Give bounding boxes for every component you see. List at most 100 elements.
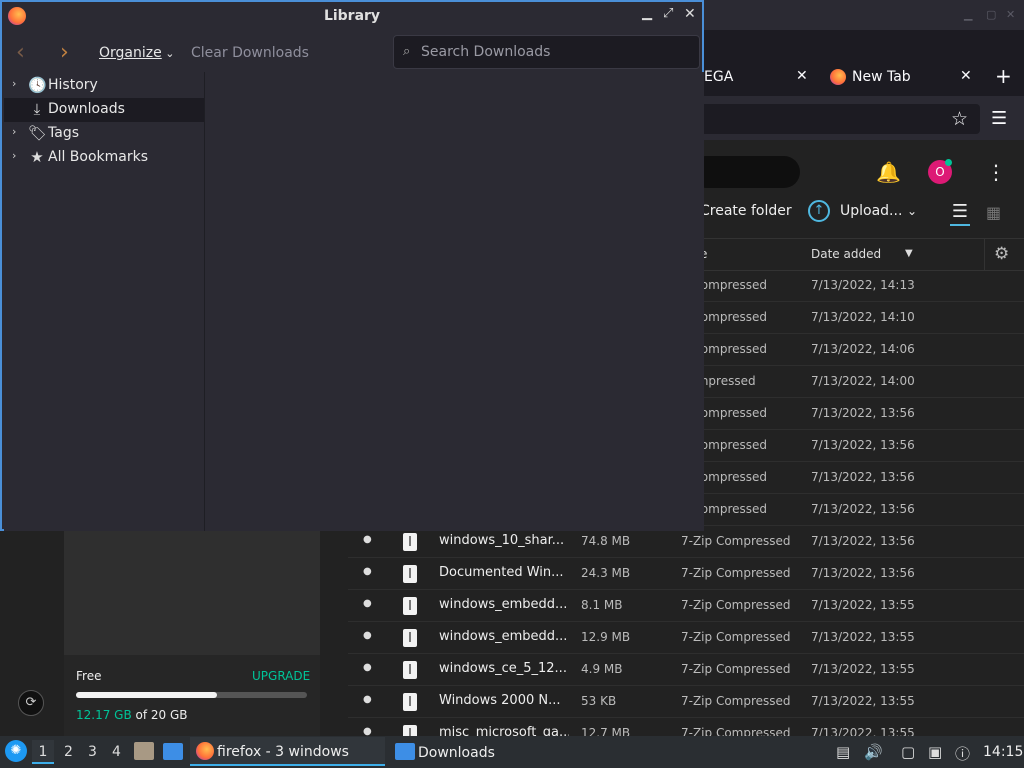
divider — [984, 238, 985, 271]
tab-label: New Tab — [852, 69, 911, 85]
file-size: 24.3 MB — [581, 566, 631, 580]
close-icon[interactable]: ✕ — [1006, 8, 1015, 21]
file-type: 7-Zip Compressed — [681, 534, 791, 548]
workspace-4[interactable]: 4 — [112, 744, 121, 760]
tree-item-all-bookmarks[interactable]: › ★ All Bookmarks — [4, 146, 204, 170]
minimize-icon[interactable]: ▁ — [964, 8, 972, 21]
organize-menu-button[interactable]: Organize ⌄ — [99, 45, 174, 61]
tree-item-downloads[interactable]: ⤓ Downloads — [4, 98, 204, 122]
file-date: 7/13/2022, 14:10 — [811, 310, 915, 324]
upload-icon[interactable]: ↑ — [808, 200, 830, 222]
sort-desc-icon[interactable]: ▼ — [905, 248, 913, 259]
file-manager-icon[interactable] — [134, 742, 154, 760]
tree-item-tags[interactable]: › 🏷 Tags — [4, 122, 204, 146]
notification-icon[interactable]: ⓘ — [955, 743, 970, 764]
download-icon: ⤓ — [33, 100, 41, 118]
chevron-right-icon[interactable]: › — [12, 149, 16, 162]
chevron-down-icon[interactable]: ⌄ — [907, 204, 917, 218]
storage-progress-fill — [76, 692, 217, 698]
tab-new-tab[interactable]: New Tab — [830, 62, 911, 92]
online-status-dot — [945, 159, 952, 166]
table-row[interactable]: ● windows_embedd... 12.9 MB 7-Zip Compresse… — [348, 622, 1024, 654]
file-size: 4.9 MB — [581, 662, 623, 676]
file-date: 7/13/2022, 13:56 — [811, 534, 915, 548]
table-row[interactable]: ● windows_embedd... 8.1 MB 7-Zip Compressed… — [348, 590, 1024, 622]
bell-icon[interactable]: 🔔 — [876, 160, 901, 184]
hamburger-menu-icon[interactable]: ☰ — [991, 108, 1007, 129]
file-size: 8.1 MB — [581, 598, 623, 612]
storage-total: of 20 GB — [135, 708, 188, 722]
chevron-down-icon: ⌄ — [161, 47, 175, 60]
chevron-right-icon[interactable]: › — [12, 125, 16, 138]
storage-used: 12.17 GB — [76, 708, 132, 722]
sync-icon[interactable]: ⟳ — [18, 690, 44, 716]
folder-icon — [395, 743, 415, 760]
create-folder-button[interactable]: Create folder — [700, 203, 792, 219]
tab-mega[interactable]: EGA — [704, 62, 733, 92]
clipboard-icon[interactable]: ▤ — [836, 743, 850, 761]
chevron-right-icon[interactable]: › — [12, 77, 16, 90]
file-name: windows_embedd... — [439, 629, 568, 644]
column-header-date-added[interactable]: Date added — [811, 247, 881, 261]
tab-close-icon[interactable]: ✕ — [960, 68, 972, 84]
bullet-icon: ● — [363, 534, 372, 545]
file-date: 7/13/2022, 13:55 — [811, 598, 915, 612]
table-row[interactable]: ● Documented Win... 24.3 MB 7-Zip Compresse… — [348, 558, 1024, 590]
task-firefox-label: firefox - 3 windows — [217, 744, 349, 760]
forward-arrow-icon[interactable]: › — [60, 40, 69, 65]
upgrade-link[interactable]: UPGRADE — [252, 669, 310, 683]
organize-label: Organize — [99, 45, 162, 61]
folder-icon[interactable] — [163, 743, 183, 760]
network-icon[interactable]: ▣ — [928, 743, 942, 761]
gear-icon[interactable]: ⚙ — [994, 244, 1009, 264]
bullet-icon: ● — [363, 694, 372, 705]
file-name: Documented Win... — [439, 565, 564, 580]
bookmark-star-icon[interactable]: ☆ — [951, 108, 968, 130]
file-type: 7-Zip Compressed — [681, 630, 791, 644]
zip-file-icon — [403, 565, 417, 583]
close-icon[interactable]: ✕ — [684, 6, 696, 22]
grid-view-icon[interactable]: ▦ — [986, 203, 1001, 222]
maximize-icon[interactable]: ▢ — [986, 8, 996, 21]
workspace-3[interactable]: 3 — [88, 744, 97, 760]
table-row[interactable]: ● Windows 2000 N... 53 KB 7-Zip Compressed 7… — [348, 686, 1024, 718]
file-date: 7/13/2022, 13:56 — [811, 406, 915, 420]
file-size: 74.8 MB — [581, 534, 631, 548]
maximize-icon[interactable]: ⤢ — [663, 6, 673, 21]
table-row[interactable]: ● windows_ce_5_12... 4.9 MB 7-Zip Compresse… — [348, 654, 1024, 686]
downloads-list — [205, 72, 704, 531]
minimize-icon[interactable]: ▁ — [642, 6, 652, 21]
list-view-icon[interactable]: ☰ — [950, 202, 970, 226]
notes-icon[interactable]: ▢ — [901, 743, 915, 761]
file-name: windows_embedd... — [439, 597, 568, 612]
zip-file-icon — [403, 533, 417, 551]
app-launcher-icon[interactable]: ✺ — [5, 740, 27, 762]
zip-file-icon — [403, 693, 417, 711]
back-arrow-icon[interactable]: ‹ — [16, 40, 25, 65]
tab-close-icon[interactable]: ✕ — [796, 68, 808, 84]
url-field[interactable] — [700, 104, 980, 134]
file-date: 7/13/2022, 13:55 — [811, 694, 915, 708]
search-input[interactable] — [421, 44, 681, 60]
file-type: 7-Zip Compressed — [681, 598, 791, 612]
tree-item-label: History — [48, 77, 98, 93]
task-downloads[interactable]: Downloads — [418, 745, 495, 761]
volume-icon[interactable]: 🔊 — [864, 743, 883, 761]
tree-item-history[interactable]: › 🕓 History — [4, 74, 204, 98]
workspace-1[interactable]: 1 — [32, 740, 54, 764]
clear-downloads-button[interactable]: Clear Downloads — [191, 45, 309, 61]
tag-icon: 🏷 — [28, 124, 48, 142]
kebab-menu-icon[interactable]: ⋮ — [986, 160, 1006, 184]
clock[interactable]: 14:15 — [983, 744, 1023, 760]
upload-button[interactable]: Upload... — [840, 203, 902, 219]
file-name: Windows 2000 N... — [439, 693, 561, 708]
clock-icon: 🕓 — [28, 76, 47, 94]
file-date: 7/13/2022, 13:56 — [811, 470, 915, 484]
mega-search-field[interactable] — [690, 156, 800, 188]
tree-item-label: All Bookmarks — [48, 149, 149, 165]
bullet-icon: ● — [363, 566, 372, 577]
workspace-2[interactable]: 2 — [64, 744, 73, 760]
file-date: 7/13/2022, 13:56 — [811, 438, 915, 452]
new-tab-button[interactable]: + — [995, 64, 1012, 88]
bullet-icon: ● — [363, 598, 372, 609]
